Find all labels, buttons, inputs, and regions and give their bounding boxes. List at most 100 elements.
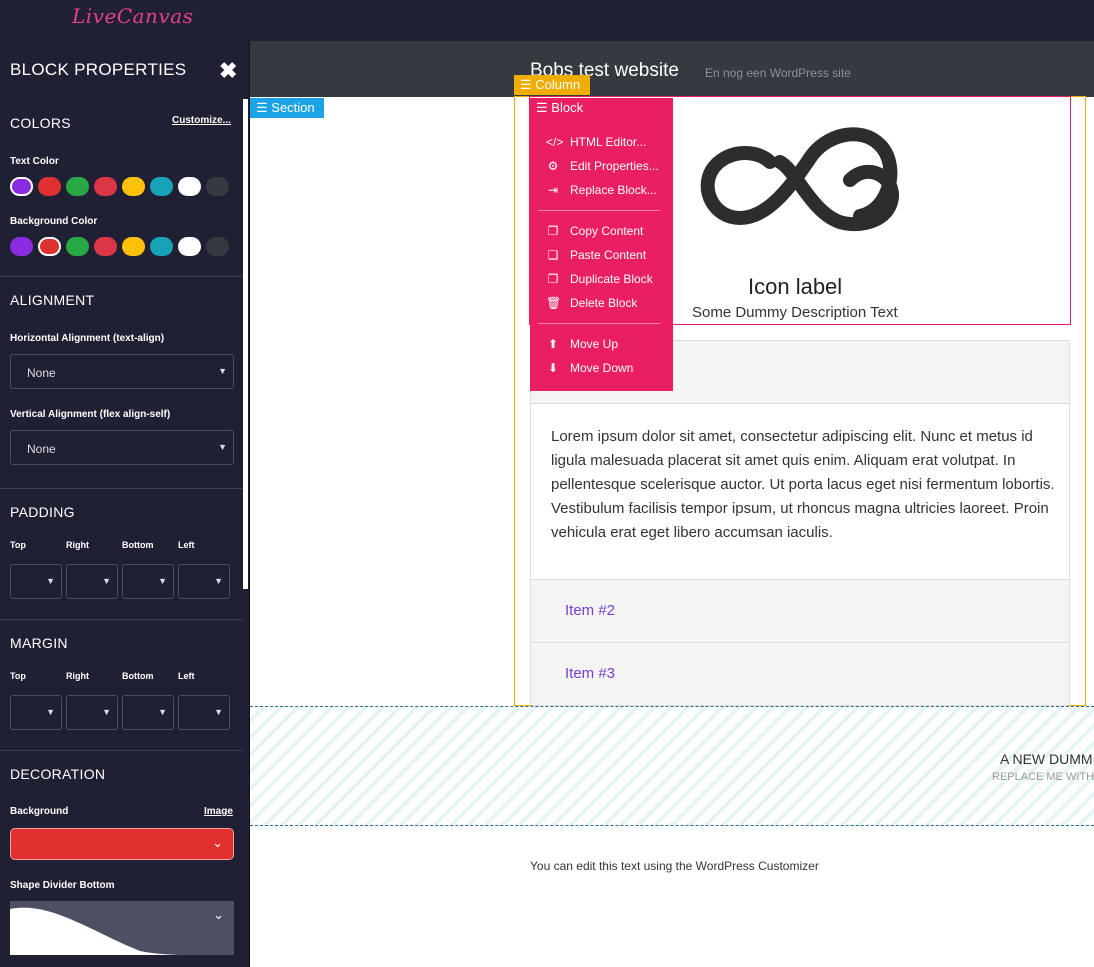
padding-title: PADDING	[10, 504, 75, 520]
copy-icon: ❐	[547, 224, 559, 238]
margin-top-label: Top	[10, 671, 26, 681]
background-color-swatch[interactable]	[178, 237, 201, 256]
new-section-placeholder[interactable]: A NEW DUMM REPLACE ME WITH	[250, 706, 1094, 826]
menu-item-duplicate-block[interactable]: ❐ Duplicate Block	[546, 272, 653, 286]
caret-down-icon: ▼	[46, 576, 55, 586]
block-properties-panel: BLOCK PROPERTIES ✖ COLORS Customize... T…	[0, 41, 250, 967]
caret-down-icon: ▼	[158, 707, 167, 717]
menu-item-move-down[interactable]: ⬇ Move Down	[546, 361, 633, 375]
icon-description: Some Dummy Description Text	[692, 304, 898, 321]
background-color-label: Background Color	[10, 216, 98, 227]
scrollbar[interactable]	[243, 99, 248, 589]
caret-down-icon: ▼	[158, 576, 167, 586]
caret-down-icon: ▼	[102, 576, 111, 586]
divider	[0, 750, 243, 751]
text-color-label: Text Color	[10, 156, 59, 167]
text-color-swatch[interactable]	[38, 177, 61, 196]
site-header: Bobs test website En nog een WordPress s…	[250, 41, 1094, 97]
top-bar: LiveCanvas	[0, 0, 1094, 41]
margin-right-select[interactable]: ▼	[66, 695, 118, 730]
menu-item-html-editor[interactable]: </> HTML Editor...	[546, 135, 646, 149]
margin-fields: Top ▼ Right ▼ Bottom ▼ Left ▼	[10, 671, 230, 730]
shape-divider-label: Shape Divider Bottom	[10, 880, 115, 891]
section-badge-label: Section	[271, 100, 315, 115]
padding-fields: Top ▼ Right ▼ Bottom ▼ Left ▼	[10, 540, 230, 599]
text-color-swatches	[10, 177, 229, 196]
background-color-swatch[interactable]	[94, 237, 117, 256]
padding-top-select[interactable]: ▼	[10, 564, 62, 599]
icon-label: Icon label	[748, 274, 843, 299]
column-badge[interactable]: ☰ Column	[514, 75, 590, 95]
background-color-swatch[interactable]	[38, 237, 61, 256]
vertical-alignment-select[interactable]: None ▼	[10, 430, 234, 465]
new-section-subtitle: REPLACE ME WITH	[992, 771, 1094, 783]
background-color-swatch[interactable]	[10, 237, 33, 256]
caret-down-icon: ▼	[102, 707, 111, 717]
background-color-swatch[interactable]	[206, 237, 229, 256]
panel-header: BLOCK PROPERTIES ✖	[0, 41, 249, 99]
vertical-alignment-value: None	[27, 442, 56, 456]
background-color-swatch[interactable]	[122, 237, 145, 256]
text-color-swatch[interactable]	[206, 177, 229, 196]
horizontal-alignment-label: Horizontal Alignment (text-align)	[10, 333, 165, 344]
menu-item-label: Delete Block	[570, 296, 638, 310]
divider	[0, 276, 243, 277]
padding-bottom-label: Bottom	[122, 540, 154, 550]
margin-left-label: Left	[178, 671, 195, 681]
text-color-swatch[interactable]	[178, 177, 201, 196]
padding-bottom-select[interactable]: ▼	[122, 564, 174, 599]
site-tagline: En nog een WordPress site	[705, 66, 851, 80]
block-badge[interactable]: ☰ Block	[530, 98, 673, 118]
caret-down-icon: ▼	[214, 576, 223, 586]
menu-item-replace-block[interactable]: ⇥ Replace Block...	[546, 183, 657, 197]
menu-divider	[538, 323, 660, 324]
horizontal-alignment-select[interactable]: None ▼	[10, 354, 234, 389]
chevron-down-icon: ⌄	[212, 835, 223, 850]
padding-left-select[interactable]: ▼	[178, 564, 230, 599]
close-icon[interactable]: ✖	[219, 58, 237, 84]
menu-divider	[538, 210, 660, 211]
margin-right-label: Right	[66, 671, 89, 681]
accordion-item-2-label: Item #2	[565, 602, 616, 619]
text-color-swatch[interactable]	[94, 177, 117, 196]
accordion-item-3[interactable]: Item #3	[531, 642, 1069, 705]
padding-right-select[interactable]: ▼	[66, 564, 118, 599]
arrow-up-icon: ⬆	[547, 337, 559, 351]
caret-down-icon: ▼	[46, 707, 55, 717]
caret-down-icon: ▼	[218, 442, 227, 452]
margin-top-select[interactable]: ▼	[10, 695, 62, 730]
duplicate-icon: ❐	[547, 272, 559, 286]
menu-item-edit-properties[interactable]: ⚙ Edit Properties...	[546, 159, 659, 173]
accordion-item-2[interactable]: Item #2	[531, 579, 1069, 642]
margin-bottom-select[interactable]: ▼	[122, 695, 174, 730]
decoration-title: DECORATION	[10, 766, 106, 782]
background-color-swatch[interactable]	[150, 237, 173, 256]
accordion-item-3-label: Item #3	[565, 665, 616, 682]
menu-item-move-up[interactable]: ⬆ Move Up	[546, 337, 618, 351]
menu-item-copy-content[interactable]: ❐ Copy Content	[546, 224, 644, 238]
cloud-infinity-icon	[700, 127, 899, 232]
menu-item-label: HTML Editor...	[570, 135, 647, 149]
paste-icon: ❏	[547, 248, 559, 262]
text-color-swatch[interactable]	[10, 177, 33, 196]
background-color-swatch[interactable]	[66, 237, 89, 256]
livecanvas-logo: LiveCanvas	[72, 4, 194, 28]
text-color-swatch[interactable]	[150, 177, 173, 196]
background-select[interactable]: ⌄	[10, 828, 234, 860]
margin-left-select[interactable]: ▼	[178, 695, 230, 730]
text-color-swatch[interactable]	[122, 177, 145, 196]
section-badge[interactable]: ☰ Section	[250, 98, 324, 118]
colors-title: COLORS	[10, 115, 71, 131]
shape-divider-select[interactable]: ⌄	[10, 901, 234, 955]
padding-top-label: Top	[10, 540, 26, 550]
image-link[interactable]: Image	[204, 806, 233, 817]
text-color-swatch[interactable]	[66, 177, 89, 196]
block-badge-label: Block	[551, 100, 584, 115]
caret-down-icon: ▼	[218, 366, 227, 376]
customize-link[interactable]: Customize...	[172, 115, 231, 126]
menu-item-delete-block[interactable]: 🗑 Delete Block	[546, 296, 637, 310]
footer-text: You can edit this text using the WordPre…	[530, 859, 819, 873]
menu-item-paste-content[interactable]: ❏ Paste Content	[546, 248, 646, 262]
menu-item-label: Move Down	[570, 361, 634, 375]
menu-item-label: Duplicate Block	[570, 272, 653, 286]
